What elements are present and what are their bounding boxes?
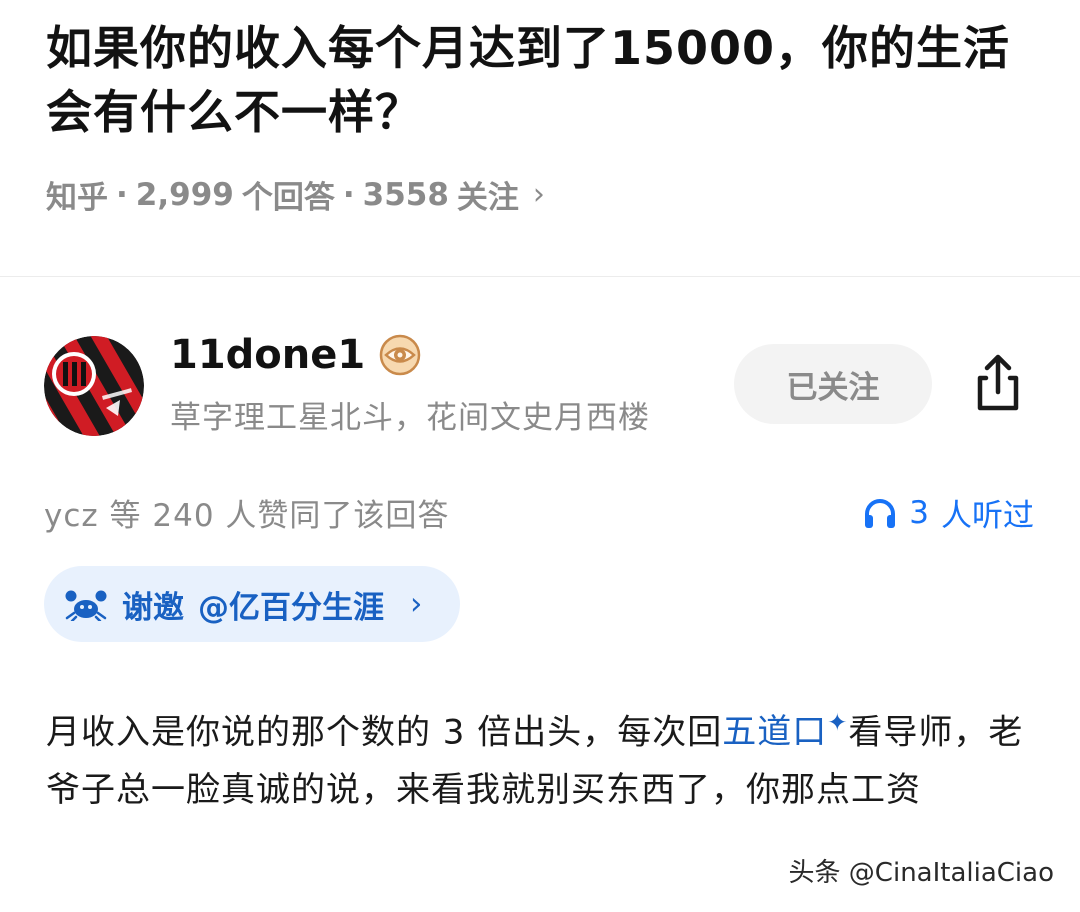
sparkle-icon: ✦	[827, 709, 849, 737]
voter-connector: 等	[109, 498, 142, 534]
meta-separator: ·	[116, 176, 128, 213]
answer-text-before: 月收入是你说的那个数的 3 倍出头，每次回	[46, 712, 723, 753]
source-label: 知乎	[46, 180, 108, 216]
answer-body: 月收入是你说的那个数的 3 倍出头，每次回五道口✦看导师，老爷子总一脸真诚的说，…	[46, 694, 1036, 819]
listen-count-link[interactable]: 3 人听过	[863, 490, 1034, 535]
question-meta[interactable]: 知乎 · 2,999 个回答 · 3558 关注 ›	[46, 172, 1036, 217]
follow-count: 3558	[362, 176, 449, 213]
eye-badge-icon	[379, 334, 421, 376]
answer-link-text: 五道口	[722, 712, 828, 753]
listen-count: 3	[909, 494, 929, 531]
share-icon	[977, 354, 1019, 411]
follow-count-label: 关注	[456, 180, 519, 216]
question-header: 如果你的收入每个月达到了15000，你的生活会有什么不一样？ 知乎 · 2,99…	[46, 16, 1036, 217]
section-divider	[0, 276, 1080, 277]
answer-keyword-link[interactable]: 五道口✦	[722, 709, 849, 753]
meta-separator: ·	[342, 176, 355, 213]
crab-icon	[65, 590, 107, 621]
headphones-icon	[865, 498, 896, 528]
ac-milan-logo-avatar-icon	[44, 336, 144, 436]
share-button[interactable]	[966, 352, 1030, 416]
invite-label: 谢邀	[122, 589, 184, 626]
following-button[interactable]: 已关注	[734, 344, 932, 424]
watermark: 头条 @CinaItaliaCiao	[788, 858, 1054, 888]
invite-target: @亿百分生涯	[198, 589, 384, 626]
question-title[interactable]: 如果你的收入每个月达到了15000，你的生活会有什么不一样？	[46, 16, 1036, 144]
chevron-right-icon: ›	[532, 177, 545, 212]
author-row: 11done1	[170, 332, 421, 378]
voter-name: ycz	[44, 498, 99, 534]
chevron-right-icon: ›	[410, 586, 423, 622]
listen-label: 人听过	[941, 498, 1034, 534]
vote-count: 240	[152, 498, 215, 534]
answer-count: 2,999	[135, 176, 234, 213]
answer-count-label: 个回答	[241, 180, 335, 216]
author-bio: 草字理工星北斗，花间文史月西楼	[170, 400, 650, 436]
author-name[interactable]: 11done1	[170, 332, 365, 378]
vote-suffix: 人赞同了该回答	[225, 498, 450, 534]
vote-summary[interactable]: ycz 等 240 人赞同了该回答	[44, 490, 449, 535]
avatar[interactable]	[44, 336, 144, 436]
invite-pill[interactable]: 谢邀 @亿百分生涯 ›	[44, 566, 461, 642]
